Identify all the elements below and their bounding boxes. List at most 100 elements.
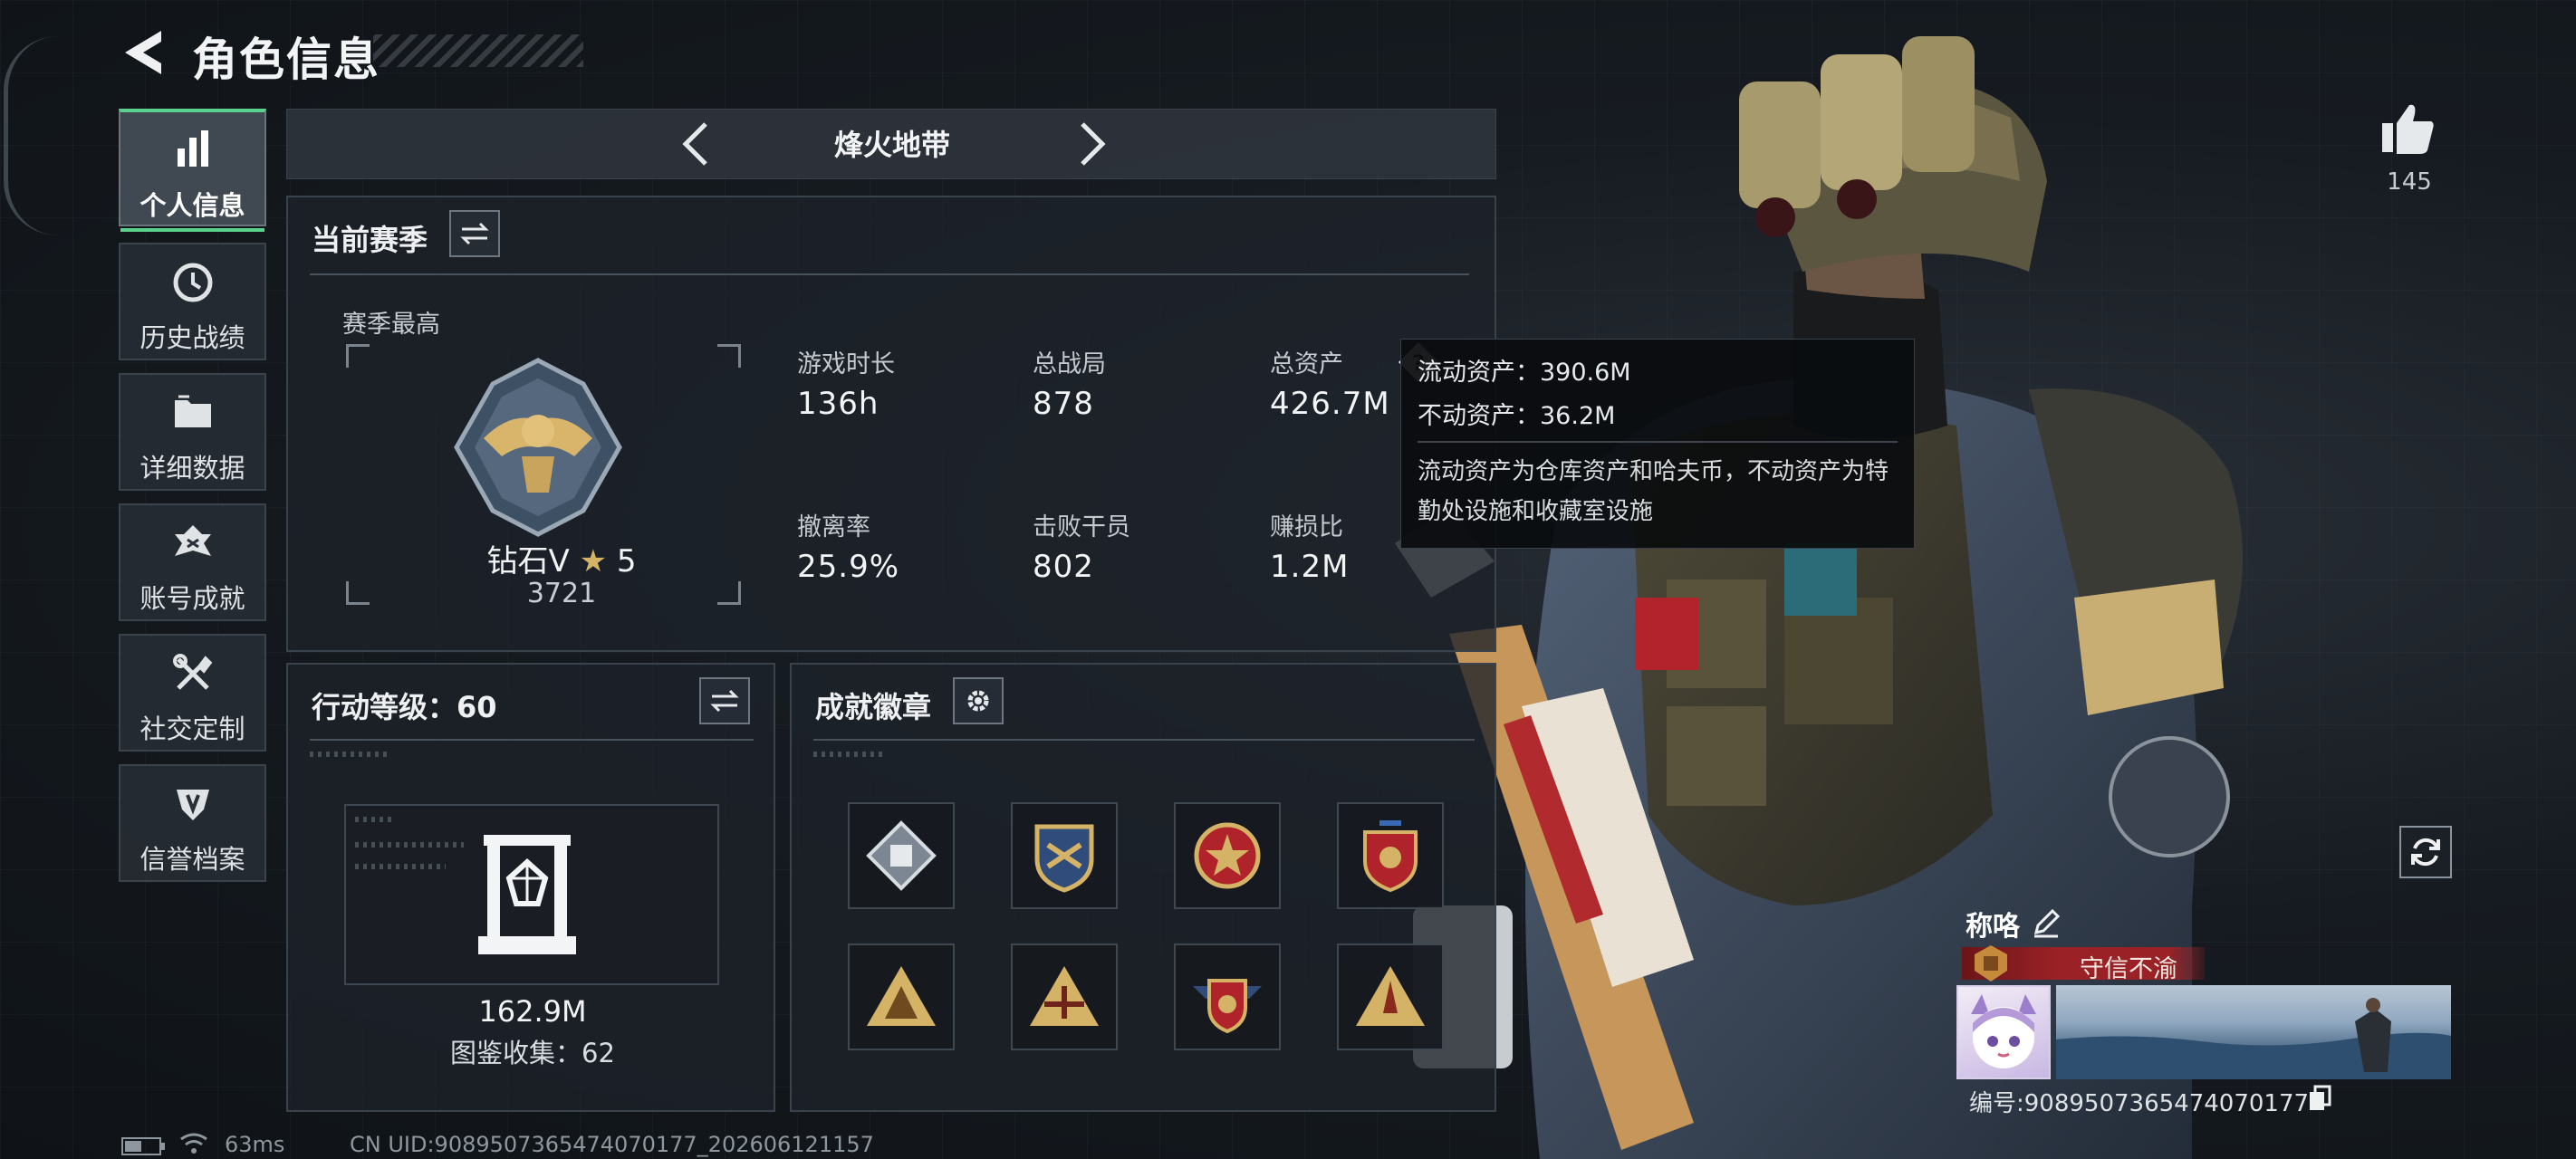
bar-chart-icon [120, 129, 264, 174]
rank-score: 3721 [526, 578, 597, 609]
stat-label-kills: 击败干员 [1033, 513, 1130, 541]
season-panel: 当前赛季 赛季最高 钻石V ★ 5 3721 游戏时长 136h 总战局 878… [286, 196, 1496, 652]
badge-slot[interactable] [1174, 802, 1281, 909]
stat-value-kills: 802 [1033, 549, 1094, 585]
sidebar-item-match-history[interactable]: 历史战绩 [119, 243, 266, 360]
season-title: 当前赛季 [312, 223, 428, 257]
sidebar-item-label: 历史战绩 [139, 322, 245, 353]
badge-triangle-team-icon [867, 966, 936, 1026]
badge-slot[interactable] [1337, 802, 1444, 909]
section-divider [813, 739, 1475, 741]
like-count: 145 [2387, 168, 2432, 196]
badge-winged-shield-icon [1193, 979, 1262, 1034]
rank-line: 钻石V ★ 5 [453, 536, 670, 580]
page-title: 角色信息 [192, 34, 380, 86]
title-emblem-icon [1975, 945, 2007, 982]
frame-corner [717, 581, 741, 605]
frame-detail [355, 842, 464, 848]
sidebar-item-social-custom[interactable]: 社交定制 [119, 634, 266, 752]
badge-triangle-rocket-icon [1356, 966, 1425, 1026]
badge-slot[interactable] [1011, 802, 1118, 909]
collection-frame [344, 804, 719, 985]
frame-detail [355, 817, 391, 822]
stat-value-total-assets: 426.7M [1270, 386, 1390, 422]
stat-label-profit-ratio: 赚损比 [1270, 513, 1343, 541]
badge-slot[interactable] [848, 943, 955, 1050]
sidebar-item-label: 个人信息 [139, 190, 245, 221]
divider-detail [310, 752, 391, 757]
badges-settings-button[interactable] [953, 677, 1004, 724]
sidebar-item-label: 账号成就 [139, 583, 245, 614]
thumbs-up-icon[interactable] [2379, 101, 2437, 156]
frame-corner [346, 344, 370, 368]
copy-icon[interactable] [2308, 1085, 2331, 1112]
uid-text: CN UID:9089507365474070177_202606121157 [350, 1132, 874, 1157]
chevron-right-icon[interactable] [1070, 119, 1115, 169]
action-level-panel: 行动等级：60 162.9M 图鉴收集：62 [286, 663, 775, 1112]
action-level-switch-button[interactable] [699, 677, 750, 724]
sidebar-item-credit-record[interactable]: 信誉档案 [119, 764, 266, 882]
badge-triangle-aircraft-icon [1030, 966, 1099, 1026]
gear-icon [967, 690, 989, 712]
sidebar-item-personal-info[interactable]: 个人信息 [119, 109, 266, 232]
badge-slot[interactable] [848, 802, 955, 909]
collection-case-icon [478, 835, 576, 954]
asset-tooltip: 流动资产：390.6M 不动资产：36.2M 流动资产为仓库资产和哈夫币，不动资… [1400, 339, 1915, 549]
star-icon: ★ [579, 543, 608, 580]
sidebar-item-detailed-data[interactable]: 详细数据 [119, 373, 266, 491]
badge-red-crest-icon [1363, 820, 1418, 893]
action-level-title: 行动等级：60 [312, 690, 497, 724]
section-divider [310, 739, 754, 741]
sidebar-item-label: 信誉档案 [139, 844, 245, 875]
stat-value-total-matches: 878 [1033, 386, 1094, 422]
swap-icon [710, 689, 739, 713]
credit-shield-icon [120, 782, 264, 828]
rank-diamond-emblem-icon [454, 358, 622, 537]
rank-name: 钻石V [486, 543, 570, 580]
back-arrow-icon[interactable] [118, 25, 168, 80]
collection-count: 图鉴收集：62 [450, 1038, 615, 1068]
badges-panel: 成就徽章 [790, 663, 1496, 1112]
player-id: 编号:9089507365474070177 [1969, 1085, 2309, 1118]
profile-banner-image [2056, 985, 2451, 1079]
divider-detail [813, 752, 886, 757]
action-level-value: 162.9M [478, 994, 587, 1029]
refresh-button[interactable] [2399, 826, 2452, 878]
stat-label-total-matches: 总战局 [1033, 350, 1106, 378]
badge-gold-shield-icon [1034, 824, 1094, 893]
folder-icon [120, 391, 264, 436]
badge-red-star-icon [1194, 822, 1261, 889]
achievement-icon [120, 522, 264, 567]
edit-pencil-icon[interactable] [2031, 907, 2062, 938]
ping-text: 63ms [225, 1132, 285, 1157]
badge-slot[interactable] [1011, 943, 1118, 1050]
badge-slot[interactable] [1174, 943, 1281, 1050]
avatar[interactable] [1956, 985, 2051, 1079]
mode-selector: 烽火地带 [286, 109, 1496, 179]
sidebar-item-achievements[interactable]: 账号成就 [119, 503, 266, 621]
frame-corner [717, 344, 741, 368]
sidebar-item-label: 社交定制 [139, 714, 245, 744]
wifi-icon [180, 1133, 207, 1154]
player-id-text: 编号:9089507365474070177 [1969, 1090, 2310, 1117]
sidebar-item-label: 详细数据 [139, 453, 245, 484]
decorative-arc [4, 36, 58, 235]
badge-slot[interactable] [1337, 943, 1444, 1050]
tooltip-fixed-assets: 不动资产：36.2M [1418, 402, 1616, 430]
stat-value-playtime: 136h [797, 386, 879, 422]
stat-label-extract-rate: 撤离率 [797, 513, 870, 541]
swap-icon [460, 222, 489, 245]
tooltip-note: 流动资产为仓库资产和哈夫币，不动资产为特勤处设施和收藏室设施 [1418, 458, 1889, 525]
stat-value-extract-rate: 25.9% [797, 549, 900, 585]
refresh-icon [2411, 838, 2440, 867]
player-title-tag: 守信不渝 [2080, 955, 2177, 983]
season-switch-button[interactable] [449, 210, 500, 257]
season-best-label: 赛季最高 [342, 311, 440, 339]
mode-title: 烽火地带 [833, 128, 950, 162]
clock-history-icon [120, 261, 264, 306]
section-divider [310, 273, 1469, 275]
frame-corner [346, 581, 370, 605]
badges-title: 成就徽章 [815, 690, 932, 724]
badge-diamond-icon [866, 820, 937, 891]
frame-detail [355, 864, 446, 869]
